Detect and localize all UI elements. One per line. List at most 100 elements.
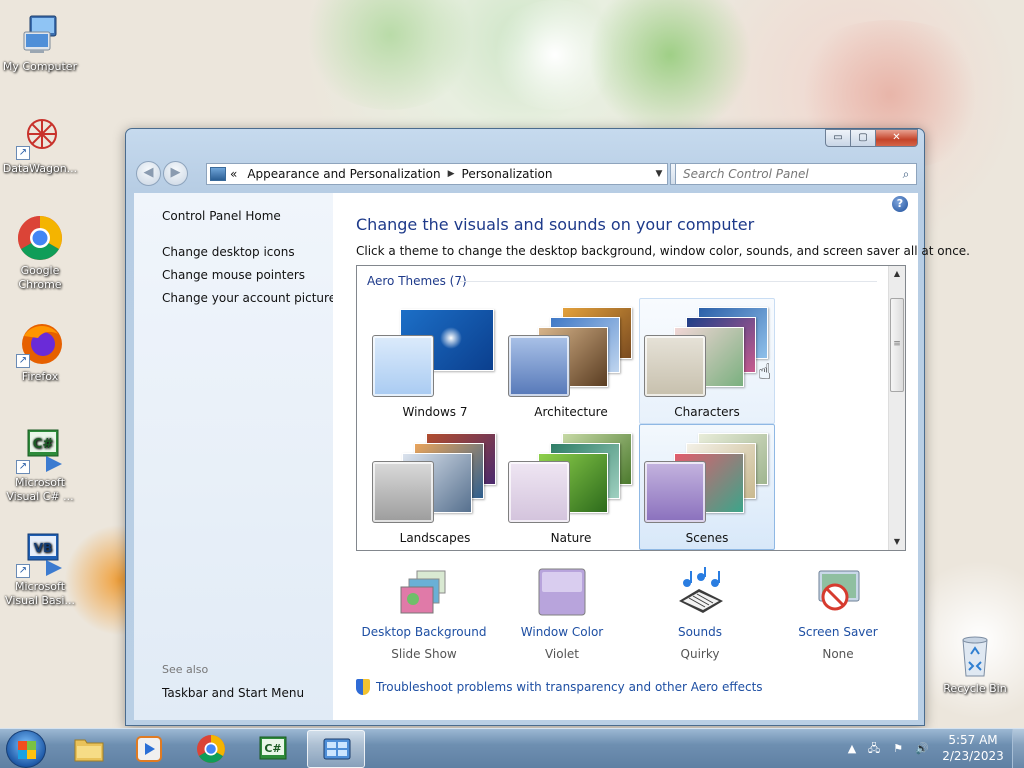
start-button[interactable] [6,730,46,768]
theme-landscapes[interactable]: Landscapes [367,424,503,550]
aero-themes-group-header[interactable]: Aero Themes (7) [367,274,467,288]
desktop-icon-label: Microsoft Visual C# ... [6,476,74,503]
themes-list[interactable]: Aero Themes (7) Windows 7 Architecture C… [356,265,906,551]
taskbar-media-player[interactable] [120,730,178,768]
show-desktop-button[interactable] [1012,729,1024,768]
network-icon[interactable]: 🖧 [866,741,882,757]
back-button[interactable]: ◀ [136,161,161,186]
show-hidden-icons-chevron-up-icon[interactable]: ▲ [844,741,860,757]
color-swatch [372,461,434,523]
chrome-icon [197,735,225,763]
color-swatch [644,335,706,397]
theme-name: Architecture [534,405,608,419]
change-account-picture-link[interactable]: Change your account picture [162,291,336,305]
setting-label[interactable]: Window Color [494,625,630,639]
chrome-icon [16,214,64,262]
forward-arrow-icon: ▶ [170,165,181,180]
desktop-icon-visual-csharp[interactable]: C# ↗ Microsoft Visual C# ... [0,426,80,504]
search-input[interactable]: Search Control Panel ⌕ [675,163,917,185]
svg-text:VB: VB [34,541,52,555]
screen-saver-setting[interactable]: Screen Saver None [770,567,906,661]
desktop-background-setting[interactable]: Desktop Background Slide Show [356,567,492,661]
page-title: Change the visuals and sounds on your co… [356,215,755,234]
scroll-thumb[interactable]: ≡ [890,298,904,392]
setting-value: Violet [544,647,580,661]
sounds-icon [675,567,725,617]
page-subtitle: Click a theme to change the desktop back… [356,244,970,258]
setting-label[interactable]: Screen Saver [770,625,906,639]
theme-name: Scenes [685,531,729,545]
setting-value: Slide Show [391,647,457,661]
theme-architecture[interactable]: Architecture [503,298,639,424]
shield-icon [356,679,370,695]
control-panel-icon [210,167,226,181]
theme-nature[interactable]: Nature [503,424,639,550]
see-also-label: See also [162,663,209,676]
help-icon[interactable]: ? [892,196,908,212]
desktop-icon-my-computer[interactable]: My Computer [0,10,80,74]
forward-button[interactable]: ▶ [163,161,188,186]
setting-value: Quirky [680,647,720,661]
desktop-icon-label: Recycle Bin [943,682,1007,695]
breadcrumb-personalization[interactable]: Personalization [462,167,553,181]
desktop-icon-google-chrome[interactable]: Google Chrome [0,214,80,292]
desktop-icon-visual-basic[interactable]: VB ↗ Microsoft Visual Basi... [0,530,80,608]
desktop-icon-firefox[interactable]: ↗ Firefox [0,320,80,384]
themes-scrollbar[interactable]: ▲ ≡ ▼ [888,266,905,550]
taskbar-explorer[interactable] [60,730,118,768]
troubleshoot-link-label[interactable]: Troubleshoot problems with transparency … [376,680,763,694]
address-bar[interactable]: « Appearance and Personalization ▶ Perso… [206,163,668,185]
minimize-button[interactable]: ▭ [825,129,851,147]
taskbar-start-menu-link[interactable]: Taskbar and Start Menu [162,686,304,700]
theme-windows-7[interactable]: Windows 7 [367,298,503,424]
window-color-setting[interactable]: Window Color Violet [494,567,630,661]
desktop-icon-label: Firefox [21,370,59,383]
desktop-icon-datawagon[interactable]: ↗ DataWagon... [0,112,80,176]
color-swatch [508,335,570,397]
setting-label[interactable]: Sounds [632,625,768,639]
change-desktop-icons-link[interactable]: Change desktop icons [162,245,295,259]
chevron-down-icon[interactable]: ▼ [651,169,667,179]
change-mouse-pointers-link[interactable]: Change mouse pointers [162,268,305,282]
maximize-button[interactable]: ▢ [851,129,876,147]
theme-name: Landscapes [399,531,471,545]
desktop-icon-recycle-bin[interactable]: Recycle Bin [935,632,1015,696]
volume-icon[interactable]: 🔊 [914,741,930,757]
scroll-up-arrow-icon[interactable]: ▲ [889,266,905,282]
taskbar: C# ▲ 🖧 ⚑ 🔊 5:57 AM 2/23/2023 [0,728,1024,768]
theme-scenes[interactable]: Scenes [639,424,775,550]
search-icon[interactable]: ⌕ [896,167,916,182]
setting-label[interactable]: Desktop Background [356,625,492,639]
address-overflow-chevron[interactable]: « [230,167,237,181]
control-panel-home-link[interactable]: Control Panel Home [162,209,281,223]
troubleshoot-link[interactable]: Troubleshoot problems with transparency … [356,679,763,695]
computer-icon [16,10,64,58]
scroll-down-arrow-icon[interactable]: ▼ [889,534,905,550]
theme-characters[interactable]: Characters [639,298,775,424]
shortcut-arrow-icon: ↗ [16,146,30,160]
taskbar-control-panel[interactable] [307,730,365,768]
close-button[interactable]: ✕ [876,129,918,147]
action-center-flag-icon[interactable]: ⚑ [890,741,906,757]
window-controls: ▭ ▢ ✕ [825,129,918,147]
system-clock[interactable]: 5:57 AM 2/23/2023 [938,732,1008,764]
personalization-window: ▭ ▢ ✕ ◀ ▶ « Appearance and Personalizati… [125,128,970,726]
theme-name: Nature [550,531,592,545]
screen-saver-icon [813,567,863,617]
navigation-bar: ◀ ▶ « Appearance and Personalization ▶ P… [134,161,917,187]
color-swatch [508,461,570,523]
datawagon-icon: ↗ [16,112,64,160]
taskbar-chrome[interactable] [182,730,240,768]
taskbar-visual-csharp[interactable]: C# [244,730,302,768]
visual-basic-icon: VB ↗ [16,530,64,578]
windows-logo-lower [18,750,36,759]
color-swatch [372,335,434,397]
explorer-icon [74,739,104,762]
breadcrumb-appearance[interactable]: Appearance and Personalization [247,167,440,181]
shortcut-arrow-icon: ↗ [16,564,30,578]
clock-date: 2/23/2023 [942,749,1004,763]
breadcrumb-separator-icon[interactable]: ▶ [448,169,455,179]
sounds-setting[interactable]: Sounds Quirky [632,567,768,661]
clock-time: 5:57 AM [948,733,998,747]
desktop-icon-label: My Computer [2,60,78,73]
